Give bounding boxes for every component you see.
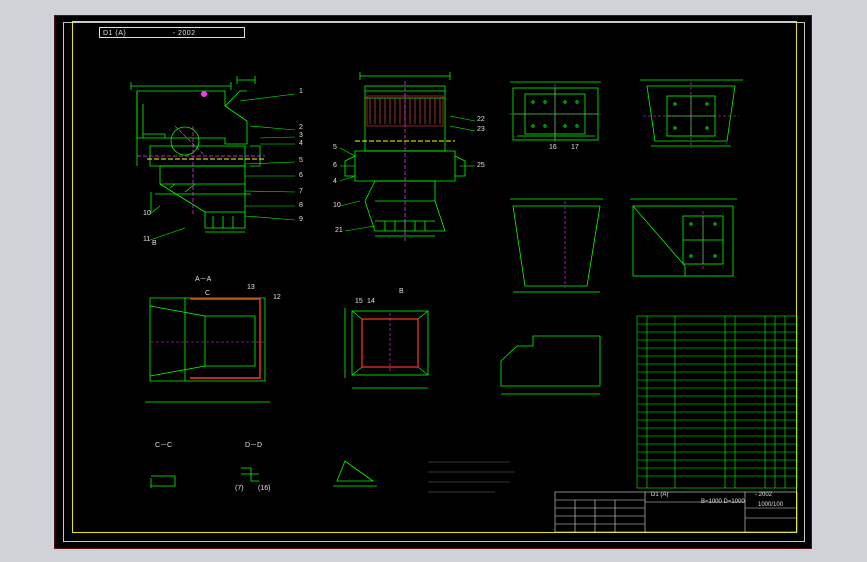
section-callout-14: 14 [367,298,375,305]
plan-callout-17: 17 [571,144,579,151]
front-callout-4: 4 [333,178,337,185]
parts-list-table [636,315,798,489]
callout-5: 5 [299,157,303,164]
section-cc-view [150,475,176,488]
title-block [554,491,798,533]
plan-view-2-centerlines [643,82,739,148]
detail-mark-7: (7) [235,485,244,492]
step-view [500,335,601,395]
title-size: B=1000 D=1000 [701,499,745,505]
plan-callout-16: 16 [549,144,557,151]
front-callout-23: 23 [477,126,485,133]
section-dd-label: D－D [245,442,263,449]
callout-9: 9 [299,216,303,223]
view-b-label: B [152,240,157,247]
cad-drawing [130,72,798,533]
title-drawing-no: D1 (A) [651,492,669,498]
section-callout-15: 15 [355,298,363,305]
callout-4: 4 [299,140,303,147]
cad-viewport[interactable]: D1 (A) - 2002 B A－A B C C－C D－D 1 2 3 4 … [54,15,812,549]
front-callout-21: 21 [335,227,343,234]
left-elevation-view [130,76,261,233]
title-code: - 2002 [755,492,773,498]
front-callout-6: 6 [333,162,337,169]
callout-11: 11 [143,236,151,243]
pipe-flange-mark [201,91,207,97]
callout-8: 8 [299,202,303,209]
left-callout-leaders [149,93,296,241]
callout-2: 2 [299,124,303,131]
plan-view-2 [640,79,743,147]
callout-10: 10 [143,210,151,217]
view-c-label: C [205,290,211,297]
plan-view-1 [510,81,601,141]
front-callout-25: 25 [477,162,485,169]
section-callout-13: 13 [247,284,255,291]
section-cc-label: C－C [155,442,173,449]
front-callout-22: 22 [477,116,485,123]
detail-mark-16: (16) [258,485,271,492]
view-b-detail [344,308,429,389]
front-callout-5: 5 [333,144,337,151]
callout-7: 7 [299,188,303,195]
section-callout-12: 12 [273,294,281,301]
notes-lines [428,461,515,493]
gusset-view [333,460,377,487]
trapezoid-view-1 [510,198,603,293]
section-aa-view [145,297,270,403]
callout-1: 1 [299,88,303,95]
section-aa-label: A－A [195,276,212,283]
left-elevation-centerlines [137,125,265,216]
callout-3: 3 [299,132,303,139]
callout-6: 6 [299,172,303,179]
front-callout-10: 10 [333,202,341,209]
bracket-view [630,198,737,277]
title-scale: 1000/100 [758,502,784,508]
view-b2-label: B [399,288,404,295]
section-dd-view [241,467,259,482]
